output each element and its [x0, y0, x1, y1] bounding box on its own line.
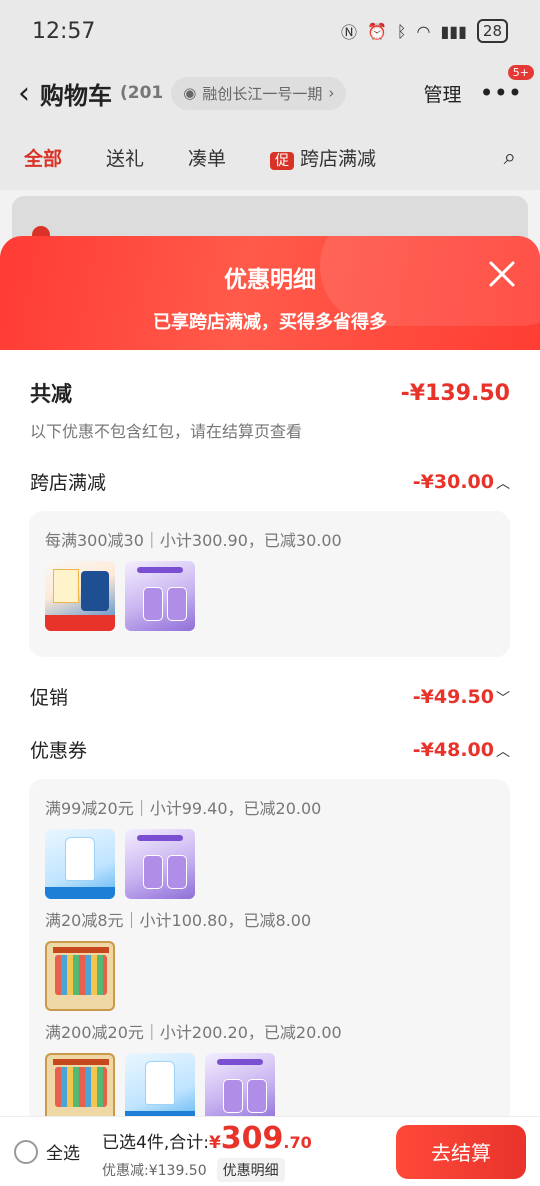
modal-body: 共减 -¥139.50 以下优惠不包含红包，请在结算页查看 跨店满减 -¥30.… — [0, 378, 540, 1149]
search-icon[interactable]: ⌕ — [504, 145, 516, 170]
product-image-toy-set[interactable] — [45, 1053, 115, 1123]
close-icon[interactable] — [488, 260, 516, 288]
more-icon[interactable]: ••• 5+ — [480, 65, 534, 107]
product-image-softener[interactable] — [125, 561, 195, 631]
location-label: 融创长江一号一期 — [202, 84, 323, 103]
status-bar: 12:57 Ⓝ ⏰ ᛒ ◠ ▮▮▮ 28 — [0, 0, 540, 62]
total-line: 已选4件,合计: ¥ 309 .70 — [102, 1121, 312, 1156]
cross-store-amount-value: -¥30.00 — [412, 470, 494, 493]
nfc-icon: Ⓝ — [340, 23, 357, 42]
modal-header: 优惠明细 已享跨店满减，买得多省得多 — [0, 236, 540, 350]
discount-detail-link[interactable]: 优惠明细 — [216, 1158, 285, 1182]
rule-text: 满20减8元｜小计100.80，已减8.00 — [45, 911, 312, 930]
cross-store-label: 跨店满减 — [30, 472, 107, 494]
coupon-row[interactable]: 优惠券 -¥48.00 ︿ — [30, 736, 510, 763]
total-amount: -¥139.50 — [400, 380, 510, 406]
cross-store-amount: -¥30.00 ︿ — [413, 471, 510, 493]
rule-text: 满200减20元｜小计200.20，已减20.00 — [45, 1023, 342, 1042]
message-badge: 5+ — [507, 65, 534, 80]
cart-count: (201 — [120, 83, 164, 103]
tabs-bar: 全部 送礼 凑单 促跨店满减 ⌕ — [0, 124, 540, 190]
chevron-right-icon: › — [328, 84, 335, 102]
promo-amount-value: -¥49.50 — [412, 685, 494, 708]
price-integer: 309 — [220, 1121, 284, 1156]
rule-text: 满99减20元｜小计99.40，已减20.00 — [45, 799, 322, 818]
cross-store-row[interactable]: 跨店满减 -¥30.00 ︿ — [30, 468, 510, 495]
price-decimal: .70 — [283, 1133, 312, 1152]
total-row: 共减 -¥139.50 — [30, 378, 510, 408]
bluetooth-icon: ᛒ — [396, 21, 407, 41]
tab-cross-store[interactable]: 促跨店满减 — [270, 144, 376, 171]
cart-header: ‹ 购物车 (201 ◉ 融创长江一号一期 › 管理 ••• 5+ — [0, 62, 540, 124]
tab-cross-store-label: 跨店满减 — [300, 147, 377, 170]
chevron-up-icon: ︿ — [496, 743, 510, 760]
currency-symbol: ¥ — [208, 1133, 221, 1153]
coupon-detail: 满99减20元｜小计99.40，已减20.00 满20减8元｜小计100.80，… — [29, 779, 510, 1149]
checkout-bar: 全选 已选4件,合计: ¥ 309 .70 优惠减:¥139.50 优惠明细 去… — [0, 1116, 540, 1186]
page-title: 购物车 — [40, 81, 112, 110]
status-time: 12:57 — [32, 18, 96, 44]
manage-button[interactable]: 管理 — [424, 80, 462, 107]
promo-label: 促销 — [30, 687, 69, 709]
selected-label: 已选4件,合计: — [102, 1133, 209, 1153]
discount-text: 优惠减:¥139.50 — [102, 1163, 207, 1179]
coupon-amount-value: -¥48.00 — [412, 738, 494, 761]
checkout-button[interactable]: 去结算 — [396, 1124, 526, 1179]
back-icon[interactable]: ‹ — [18, 76, 30, 111]
promo-row[interactable]: 促销 -¥49.50 ﹀ — [30, 683, 510, 710]
product-image-detergent[interactable] — [125, 1053, 195, 1123]
select-all-label[interactable]: 全选 — [46, 1139, 80, 1164]
product-image-softener[interactable] — [125, 829, 195, 899]
promo-badge: 促 — [270, 151, 295, 170]
total-note: 以下优惠不包含红包，请在结算页查看 — [30, 422, 303, 441]
chevron-up-icon: ︿ — [496, 475, 510, 492]
battery-indicator: 28 — [476, 19, 508, 43]
cross-store-detail: 每满300减30｜小计300.90，已减30.00 — [29, 511, 510, 657]
signal-icon: ▮▮▮ — [440, 21, 467, 41]
order-summary: 已选4件,合计: ¥ 309 .70 优惠减:¥139.50 优惠明细 — [102, 1121, 312, 1182]
product-image-detergent[interactable] — [45, 829, 115, 899]
location-chip[interactable]: ◉ 融创长江一号一期 › — [171, 76, 347, 110]
tab-all[interactable]: 全部 — [24, 144, 62, 171]
tab-gift[interactable]: 送礼 — [106, 144, 144, 171]
select-all-checkbox[interactable] — [14, 1139, 38, 1164]
chevron-down-icon: ﹀ — [496, 690, 510, 707]
coupon-label: 优惠券 — [30, 740, 88, 762]
product-image-toy-set[interactable] — [45, 941, 115, 1011]
status-icons: Ⓝ ⏰ ᛒ ◠ ▮▮▮ 28 — [341, 19, 508, 43]
promo-amount: -¥49.50 ﹀ — [413, 686, 510, 708]
discount-line: 优惠减:¥139.50 优惠明细 — [102, 1158, 312, 1182]
eye-icon: ◉ — [183, 84, 197, 102]
product-thumbs — [45, 561, 494, 631]
alarm-icon: ⏰ — [366, 21, 387, 41]
coupon-amount: -¥48.00 ︿ — [413, 739, 510, 761]
modal-title: 优惠明细 — [224, 267, 316, 293]
wifi-icon: ◠ — [416, 21, 431, 41]
discount-detail-modal: 优惠明细 已享跨店满减，买得多省得多 共减 -¥139.50 以下优惠不包含红包… — [0, 236, 540, 1186]
rule-text: 每满300减30｜小计300.90，已减30.00 — [45, 531, 342, 550]
product-thumbs — [45, 829, 494, 899]
product-image-softener[interactable] — [205, 1053, 275, 1123]
product-thumbs — [45, 941, 494, 1011]
total-label: 共减 — [30, 382, 72, 406]
tab-bundle[interactable]: 凑单 — [188, 144, 226, 171]
product-image-dog-food[interactable] — [45, 561, 115, 631]
modal-subtitle: 已享跨店满减，买得多省得多 — [153, 312, 387, 333]
product-thumbs — [45, 1053, 494, 1123]
